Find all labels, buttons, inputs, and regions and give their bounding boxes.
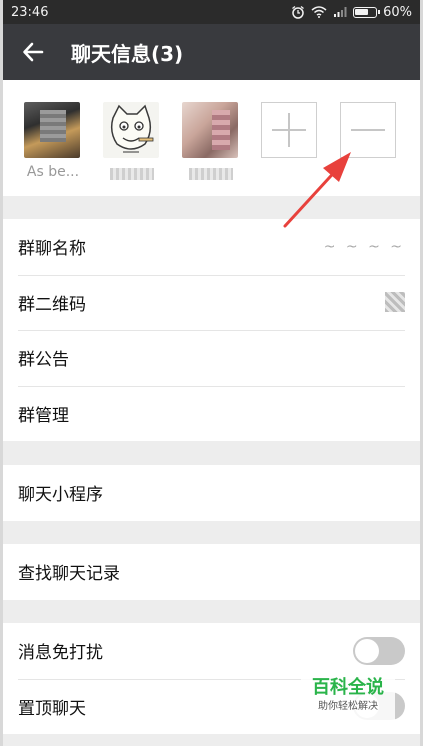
watermark-title: 百科全说: [312, 677, 384, 698]
alarm-icon: [292, 5, 304, 19]
member-item[interactable]: [103, 102, 161, 184]
members-grid: As be...: [3, 80, 420, 196]
mute-label: 消息免打扰: [18, 643, 103, 664]
member-name: [103, 164, 161, 184]
avatar[interactable]: [24, 102, 80, 158]
avatar[interactable]: [103, 102, 159, 158]
minus-icon: [351, 129, 385, 131]
signal-icon: [334, 7, 347, 17]
member-name-blurred: [110, 168, 154, 180]
member-name-blurred: [189, 168, 233, 180]
remove-member-button[interactable]: [340, 102, 396, 158]
qr-code-icon: [385, 292, 405, 313]
search-history-section: 查找聊天记录: [3, 544, 420, 600]
back-button[interactable]: [3, 24, 63, 80]
group-name-value: ~ ~ ~ ~: [323, 238, 405, 255]
group-name-row[interactable]: 群聊名称 ~ ~ ~ ~: [3, 219, 420, 275]
member-name: [182, 164, 240, 184]
add-member-button[interactable]: [261, 102, 317, 158]
group-manage-label: 群管理: [18, 405, 69, 426]
group-notice-label: 群公告: [18, 350, 69, 371]
battery-icon: [353, 6, 381, 18]
title-bar: 聊天信息(3): [3, 24, 420, 80]
status-time: 23:46: [11, 4, 49, 20]
toggle-knob: [355, 638, 379, 663]
watermark-subtitle: 助你轻松解决: [318, 701, 378, 712]
group-name-label: 群聊名称: [18, 239, 86, 260]
wifi-icon: [311, 6, 327, 18]
search-history-row[interactable]: 查找聊天记录: [3, 544, 420, 600]
member-item[interactable]: [182, 102, 240, 184]
avatar[interactable]: [182, 102, 238, 158]
plus-icon-stem: [288, 113, 290, 147]
member-name: As be...: [26, 164, 80, 180]
search-history-label: 查找聊天记录: [18, 564, 120, 585]
cartoon-face-icon: [110, 104, 154, 153]
chat-info-screen: 23:46 60% 聊天信息(3) As be... 群聊名称 ~ ~ ~ ~ …: [0, 0, 423, 746]
group-settings-section: 群聊名称 ~ ~ ~ ~ 群二维码 群公告 群管理: [3, 219, 420, 441]
mute-toggle[interactable]: [353, 636, 405, 665]
mini-programs-section: 聊天小程序: [3, 465, 420, 521]
group-manage-row[interactable]: 群管理: [3, 385, 420, 442]
page-title: 聊天信息(3): [71, 41, 184, 66]
group-notice-row[interactable]: 群公告: [3, 330, 420, 386]
battery-percent: 60%: [383, 4, 412, 20]
status-bar: 23:46 60%: [3, 0, 420, 24]
group-qr-label: 群二维码: [18, 294, 86, 315]
member-item[interactable]: As be...: [24, 102, 82, 180]
arrow-left-icon: [23, 42, 44, 62]
watermark: 百科全说 助你轻松解决: [301, 676, 395, 722]
status-icons: 60%: [291, 5, 412, 20]
mini-programs-row[interactable]: 聊天小程序: [3, 465, 420, 521]
mute-row: 消息免打扰: [3, 623, 420, 679]
group-qr-row[interactable]: 群二维码: [3, 274, 420, 331]
mini-programs-label: 聊天小程序: [18, 485, 103, 506]
